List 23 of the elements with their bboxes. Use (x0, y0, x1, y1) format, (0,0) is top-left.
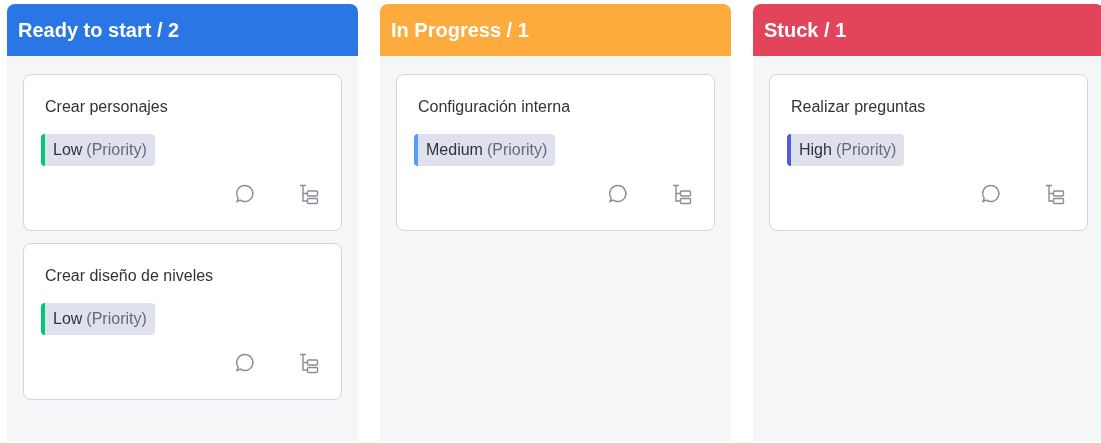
subitems-icon[interactable] (1044, 183, 1066, 205)
subitems-icon[interactable] (671, 183, 693, 205)
comment-icon[interactable] (607, 183, 629, 205)
card-title: Crear diseño de niveles (45, 266, 215, 286)
card-title: Realizar preguntas (791, 97, 927, 117)
subitems-icon[interactable] (298, 352, 320, 374)
column-title: In Progress / 1 (391, 18, 529, 43)
column-title: Ready to start / 2 (18, 18, 180, 43)
priority-label: Medium (Priority) (425, 140, 549, 160)
task-card[interactable]: Crear diseño de niveles Low (Priority) (23, 243, 342, 400)
subitems-icon[interactable] (298, 183, 320, 205)
task-card[interactable]: Realizar preguntas High (Priority) (769, 74, 1088, 231)
priority-label: High (Priority) (798, 140, 898, 160)
comment-icon[interactable] (234, 352, 256, 374)
comment-icon[interactable] (980, 183, 1002, 205)
card-title: Configuración interna (418, 97, 572, 117)
priority-label: Low (Priority) (52, 309, 148, 329)
task-card[interactable]: Crear personajes Low (Priority) (23, 74, 342, 231)
task-card[interactable]: Configuración interna Medium (Priority) (396, 74, 715, 231)
priority-label: Low (Priority) (52, 140, 148, 160)
card-title: Crear personajes (45, 97, 169, 117)
comment-icon[interactable] (234, 183, 256, 205)
column-title: Stuck / 1 (764, 18, 847, 43)
